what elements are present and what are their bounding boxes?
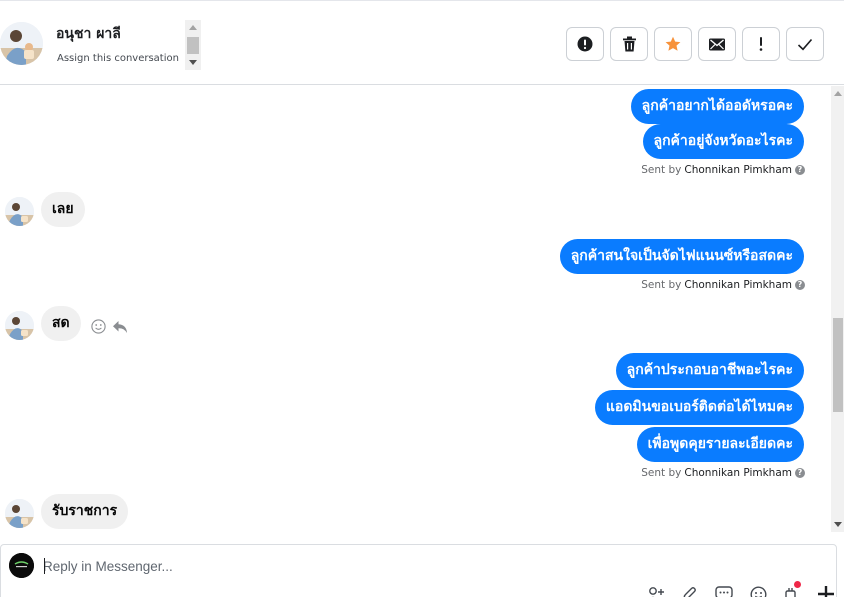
sender-name: Chonnikan Pimkham <box>684 467 792 479</box>
star-button[interactable] <box>654 27 692 61</box>
scroll-up-arrow-icon[interactable] <box>189 25 197 30</box>
emoji-icon <box>750 586 766 597</box>
outgoing-message[interactable]: แอดมินขอเบอร์ติดต่อได้ไหมคะ <box>594 390 804 425</box>
scroll-up-arrow-icon[interactable] <box>834 91 842 96</box>
composer-toolbar <box>646 581 836 597</box>
outgoing-message[interactable]: เพื่อพูดคุยรายละเอียดคะ <box>636 427 804 462</box>
help-icon[interactable]: ? <box>795 165 805 175</box>
plus-icon <box>818 586 834 597</box>
page-avatar <box>9 553 34 578</box>
message-thread[interactable]: ลูกค้าอยากได้ออดัหรอคะ ลูกค้าอยู่จังหวัด… <box>0 86 831 532</box>
reply-icon[interactable] <box>112 320 128 334</box>
incoming-message[interactable]: เลย <box>41 192 85 227</box>
delete-button[interactable] <box>610 27 648 61</box>
reply-composer <box>0 544 837 597</box>
assign-conversation-dropdown[interactable]: Assign this conversation <box>57 53 195 64</box>
more-options-button[interactable] <box>816 585 836 597</box>
sent-by-label: Sent by Chonnikan Pimkham ? <box>641 467 805 479</box>
scroll-down-arrow-icon[interactable] <box>834 522 842 527</box>
contact-avatar-small[interactable] <box>5 311 34 340</box>
contact-avatar-small[interactable] <box>5 197 34 226</box>
outgoing-message[interactable]: ลูกค้าอยู่จังหวัดอะไรคะ <box>642 124 804 159</box>
scroll-down-arrow-icon[interactable] <box>189 60 197 65</box>
incoming-message-row: สด <box>5 306 128 341</box>
sent-by-label: Sent by Chonnikan Pimkham ? <box>641 279 805 291</box>
plugins-button[interactable] <box>782 581 802 597</box>
check-icon <box>797 38 813 50</box>
outgoing-message[interactable]: ลูกค้าสนใจเป็นจัดไฟแนนซ์หรือสดคะ <box>559 239 804 274</box>
star-icon <box>665 36 681 51</box>
help-icon[interactable]: ? <box>795 280 805 290</box>
thread-scrollbar[interactable] <box>831 86 844 532</box>
chat-bubble-icon <box>715 586 733 597</box>
sent-by-label: Sent by Chonnikan Pimkham ? <box>641 164 805 176</box>
notification-dot <box>794 581 801 588</box>
follow-up-button[interactable] <box>742 27 780 61</box>
mark-done-button[interactable] <box>786 27 824 61</box>
help-icon[interactable]: ? <box>795 468 805 478</box>
mark-unread-button[interactable] <box>698 27 736 61</box>
header-scrollbar[interactable] <box>185 20 201 70</box>
attach-file-button[interactable] <box>680 585 700 597</box>
emoji-button[interactable] <box>748 585 768 597</box>
assign-label: Assign this conversation <box>57 53 179 64</box>
incoming-message[interactable]: สด <box>41 306 81 341</box>
emoji-reaction-icon[interactable] <box>90 319 106 334</box>
scroll-thumb[interactable] <box>833 318 843 412</box>
sent-by-prefix: Sent by <box>641 279 682 291</box>
message-reactions <box>90 319 128 334</box>
incoming-message[interactable]: รับราชการ <box>41 494 129 529</box>
add-person-icon <box>649 587 664 597</box>
sender-name: Chonnikan Pimkham <box>684 279 792 291</box>
paperclip-icon <box>683 587 696 597</box>
add-person-button[interactable] <box>646 585 666 597</box>
trash-icon <box>622 36 636 52</box>
saved-replies-button[interactable] <box>714 585 734 597</box>
incoming-message-row: รับราชการ <box>5 494 129 529</box>
sent-by-prefix: Sent by <box>641 467 682 479</box>
exclamation-icon <box>759 37 763 51</box>
outgoing-message[interactable]: ลูกค้าอยากได้ออดัหรอคะ <box>630 89 804 124</box>
envelope-icon <box>709 38 725 50</box>
contact-avatar-small[interactable] <box>5 499 34 528</box>
report-button[interactable] <box>566 27 604 61</box>
text-cursor <box>44 558 45 574</box>
sender-name: Chonnikan Pimkham <box>684 164 792 176</box>
scroll-thumb[interactable] <box>187 37 199 54</box>
incoming-message-row: เลย <box>5 192 85 227</box>
exclamation-circle-icon <box>577 36 593 52</box>
contact-name[interactable]: อนุชา ผาลี <box>56 23 121 45</box>
sent-by-prefix: Sent by <box>641 164 682 176</box>
conversation-header: อนุชา ผาลี Assign this conversation <box>0 0 844 85</box>
conversation-actions <box>566 27 824 61</box>
contact-avatar[interactable] <box>0 22 43 65</box>
reply-input[interactable] <box>43 556 603 576</box>
outgoing-message[interactable]: ลูกค้าประกอบอาชีพอะไรคะ <box>615 353 804 388</box>
